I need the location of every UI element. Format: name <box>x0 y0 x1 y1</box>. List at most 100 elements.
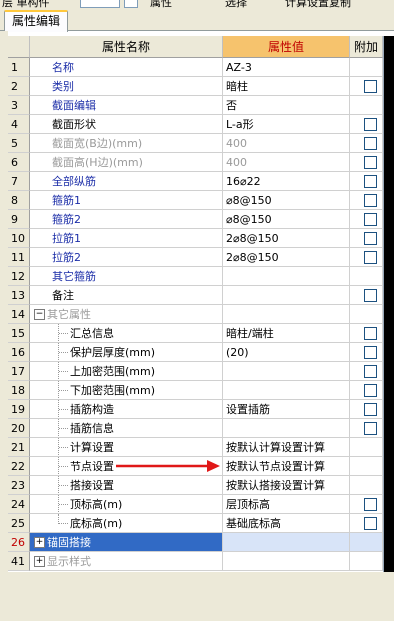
property-name-cell[interactable]: 节点设置 <box>30 457 223 476</box>
property-value-cell[interactable] <box>223 419 350 438</box>
table-row[interactable]: 20 插筋信息 <box>8 419 383 438</box>
table-row[interactable]: 24 顶标高(m) 层顶标高 <box>8 495 383 514</box>
table-row[interactable]: 21 计算设置 按默认计算设置计算 <box>8 438 383 457</box>
attach-checkbox[interactable] <box>364 175 377 188</box>
table-row[interactable]: 4 截面形状 L-a形 <box>8 115 383 134</box>
table-row[interactable]: 10 拉筋1 2⌀8@150 <box>8 229 383 248</box>
table-row[interactable]: 15 汇总信息 暗柱/端柱 <box>8 324 383 343</box>
table-row[interactable]: 2 类别 暗柱 <box>8 77 383 96</box>
property-value-cell[interactable] <box>223 305 350 324</box>
table-row[interactable]: 3 截面编辑 否 <box>8 96 383 115</box>
attach-checkbox[interactable] <box>364 232 377 245</box>
property-value-cell[interactable]: 2⌀8@150 <box>223 229 350 248</box>
property-name-cell[interactable]: 拉筋1 <box>30 229 223 248</box>
property-name-cell[interactable]: 底标高(m) <box>30 514 223 533</box>
property-name-cell[interactable]: 截面形状 <box>30 115 223 134</box>
attach-checkbox[interactable] <box>364 365 377 378</box>
property-name-cell[interactable]: 全部纵筋 <box>30 172 223 191</box>
property-value-cell[interactable]: 暗柱/端柱 <box>223 324 350 343</box>
table-row[interactable]: 9 箍筋2 ⌀8@150 <box>8 210 383 229</box>
table-row[interactable]: 12 其它箍筋 <box>8 267 383 286</box>
toolbar-button[interactable] <box>124 0 138 8</box>
property-value-cell[interactable]: 2⌀8@150 <box>223 248 350 267</box>
property-name-cell[interactable]: 其它箍筋 <box>30 267 223 286</box>
table-row[interactable]: 16 保护层厚度(mm) (20) <box>8 343 383 362</box>
attach-checkbox[interactable] <box>364 384 377 397</box>
property-name-cell[interactable]: 截面高(H边)(mm) <box>30 153 223 172</box>
table-row[interactable]: 41 + 显示样式 <box>8 552 383 571</box>
table-row[interactable]: 8 箍筋1 ⌀8@150 <box>8 191 383 210</box>
table-row[interactable]: 1 名称 AZ-3 <box>8 58 383 77</box>
property-name-cell[interactable]: 顶标高(m) <box>30 495 223 514</box>
property-name-cell[interactable]: 备注 <box>30 286 223 305</box>
attach-checkbox[interactable] <box>364 251 377 264</box>
table-row[interactable]: 5 截面宽(B边)(mm) 400 <box>8 134 383 153</box>
header-property-value[interactable]: 属性值 <box>223 36 350 58</box>
table-row[interactable]: 19 插筋构造 设置插筋 <box>8 400 383 419</box>
header-property-name[interactable]: 属性名称 <box>30 36 223 58</box>
property-value-cell[interactable]: 400 <box>223 134 350 153</box>
property-value-cell[interactable]: 基础底标高 <box>223 514 350 533</box>
property-value-cell[interactable] <box>223 286 350 305</box>
property-name-cell[interactable]: 搭接设置 <box>30 476 223 495</box>
property-name-cell[interactable]: 箍筋2 <box>30 210 223 229</box>
property-name-cell[interactable]: 汇总信息 <box>30 324 223 343</box>
attach-checkbox[interactable] <box>364 80 377 93</box>
property-name-cell[interactable]: 类别 <box>30 77 223 96</box>
property-value-cell[interactable]: ⌀8@150 <box>223 210 350 229</box>
attach-checkbox[interactable] <box>364 346 377 359</box>
attach-checkbox[interactable] <box>364 137 377 150</box>
tab-property-editor[interactable]: 属性编辑 <box>4 10 69 32</box>
property-value-cell[interactable]: 设置插筋 <box>223 400 350 419</box>
property-value-cell[interactable]: 400 <box>223 153 350 172</box>
property-value-cell[interactable]: ⌀8@150 <box>223 191 350 210</box>
property-name-cell[interactable]: 下加密范围(mm) <box>30 381 223 400</box>
property-value-cell[interactable]: 层顶标高 <box>223 495 350 514</box>
property-name-cell[interactable]: 插筋构造 <box>30 400 223 419</box>
attach-checkbox[interactable] <box>364 327 377 340</box>
property-name-cell[interactable]: 箍筋1 <box>30 191 223 210</box>
property-value-cell[interactable] <box>223 362 350 381</box>
property-name-cell[interactable]: + 显示样式 <box>30 552 223 571</box>
property-name-cell[interactable]: 拉筋2 <box>30 248 223 267</box>
property-value-cell[interactable]: 否 <box>223 96 350 115</box>
table-row[interactable]: 11 拉筋2 2⌀8@150 <box>8 248 383 267</box>
property-value-cell[interactable]: 按默认节点设置计算 <box>223 457 350 476</box>
property-value-cell[interactable]: 按默认搭接设置计算 <box>223 476 350 495</box>
collapse-icon[interactable]: − <box>34 309 45 320</box>
table-row[interactable]: 22 节点设置 按默认节点设置计算 <box>8 457 383 476</box>
property-name-cell[interactable]: 截面宽(B边)(mm) <box>30 134 223 153</box>
expand-icon[interactable]: + <box>34 537 45 548</box>
property-name-cell[interactable]: − 其它属性 <box>30 305 223 324</box>
table-row[interactable]: 23 搭接设置 按默认搭接设置计算 <box>8 476 383 495</box>
property-name-cell[interactable]: 名称 <box>30 58 223 77</box>
property-value-cell[interactable]: 按默认计算设置计算 <box>223 438 350 457</box>
attach-checkbox[interactable] <box>364 289 377 302</box>
attach-checkbox[interactable] <box>364 422 377 435</box>
property-value-cell[interactable]: 暗柱 <box>223 77 350 96</box>
header-attach[interactable]: 附加 <box>350 36 383 58</box>
table-row[interactable]: 25 底标高(m) 基础底标高 <box>8 514 383 533</box>
property-name-cell[interactable]: 保护层厚度(mm) <box>30 343 223 362</box>
property-value-cell[interactable]: AZ-3 <box>223 58 350 77</box>
attach-checkbox[interactable] <box>364 498 377 511</box>
table-row[interactable]: 13 备注 <box>8 286 383 305</box>
table-row[interactable]: 18 下加密范围(mm) <box>8 381 383 400</box>
property-value-cell[interactable] <box>223 267 350 286</box>
attach-checkbox[interactable] <box>364 194 377 207</box>
attach-checkbox[interactable] <box>364 156 377 169</box>
property-name-cell[interactable]: 计算设置 <box>30 438 223 457</box>
toolbar-field[interactable] <box>80 0 120 8</box>
table-row[interactable]: 6 截面高(H边)(mm) 400 <box>8 153 383 172</box>
expand-icon[interactable]: + <box>34 556 45 567</box>
property-value-cell[interactable] <box>223 381 350 400</box>
property-value-cell[interactable] <box>223 552 350 571</box>
table-row[interactable]: 17 上加密范围(mm) <box>8 362 383 381</box>
table-row[interactable]: 26 + 锚固搭接 <box>8 533 383 552</box>
table-row[interactable]: 14− 其它属性 <box>8 305 383 324</box>
attach-checkbox[interactable] <box>364 517 377 530</box>
table-row[interactable]: 7 全部纵筋 16⌀22 <box>8 172 383 191</box>
property-value-cell[interactable] <box>223 533 350 552</box>
property-name-cell[interactable]: 上加密范围(mm) <box>30 362 223 381</box>
property-value-cell[interactable]: (20) <box>223 343 350 362</box>
